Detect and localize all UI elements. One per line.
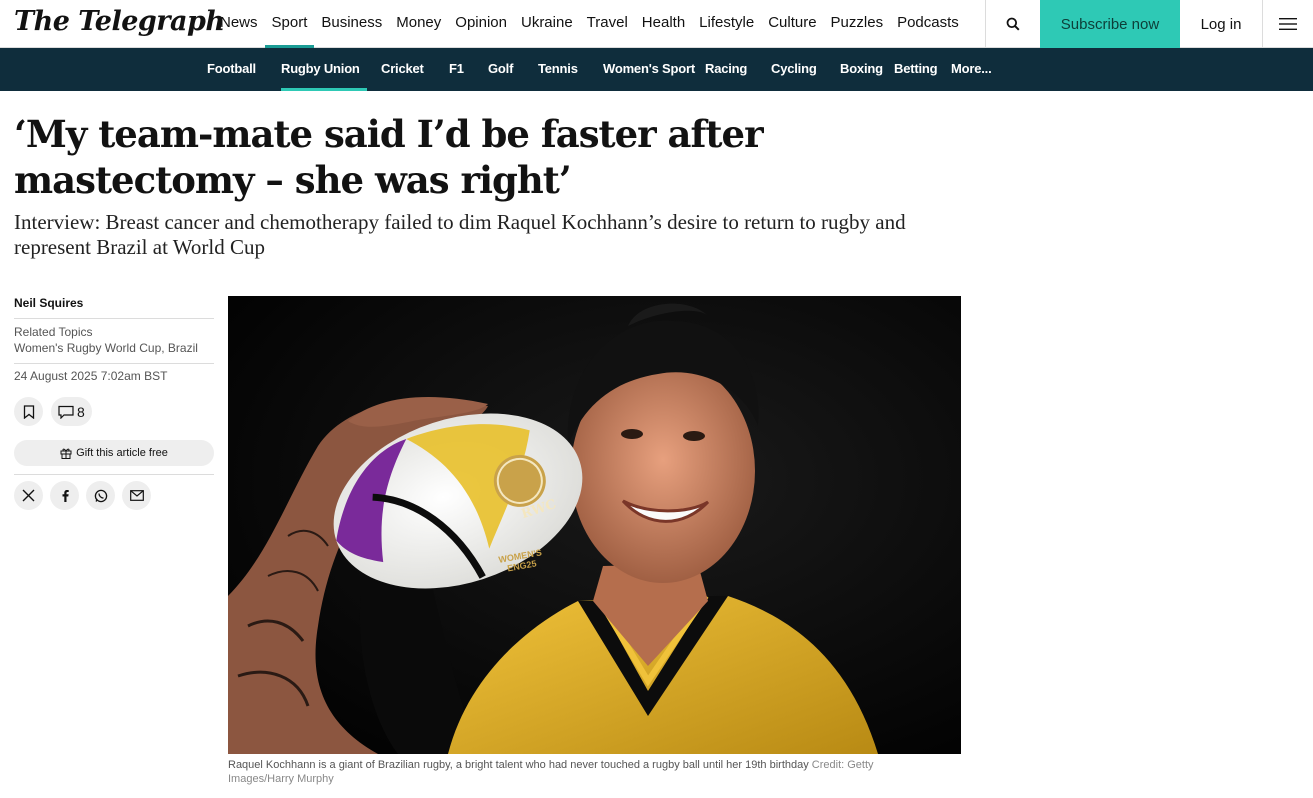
article-meta-sidebar: Neil Squires Related Topics Women's Rugb… — [14, 294, 214, 510]
hero-image: RWC WOMEN'S ENG25 — [228, 296, 961, 754]
gift-article-button[interactable]: Gift this article free — [14, 440, 214, 466]
hamburger-menu-icon — [1279, 18, 1297, 30]
article-actions: 8 — [14, 397, 214, 426]
subnav-item-football[interactable]: Football — [207, 48, 256, 91]
nav-item-culture[interactable]: Culture — [761, 0, 823, 48]
subnav-item-womens-sport[interactable]: Women's Sport — [603, 48, 695, 91]
nav-item-business[interactable]: Business — [314, 0, 389, 48]
related-topics-label: Related Topics — [14, 325, 93, 339]
nav-item-lifestyle[interactable]: Lifestyle — [692, 0, 761, 48]
sport-subnav: Football Rugby Union Cricket F1 Golf Ten… — [0, 48, 1313, 91]
site-header: The Telegraph News Sport Business Money … — [0, 0, 1313, 48]
nav-item-travel[interactable]: Travel — [580, 0, 635, 48]
subnav-item-cricket[interactable]: Cricket — [381, 48, 424, 91]
nav-item-sport[interactable]: Sport — [264, 0, 315, 48]
telegraph-logo[interactable]: The Telegraph — [14, 6, 225, 37]
subnav-item-rugby-union[interactable]: Rugby Union — [281, 48, 367, 91]
share-facebook-button[interactable] — [50, 481, 79, 510]
subnav-item-more[interactable]: More... — [951, 48, 992, 91]
facebook-icon — [62, 490, 69, 502]
nav-item-podcasts[interactable]: Podcasts — [890, 0, 966, 48]
search-icon — [1006, 17, 1020, 31]
author-name[interactable]: Neil Squires — [14, 294, 214, 319]
comments-button[interactable]: 8 — [51, 397, 92, 426]
article-headline: ‘My team-mate said I’d be faster after m… — [14, 112, 764, 202]
subnav-item-tennis[interactable]: Tennis — [538, 48, 578, 91]
publish-date: 24 August 2025 7:02am BST — [14, 369, 168, 383]
related-topics: Related Topics Women's Rugby World Cup, … — [14, 319, 214, 364]
nav-item-health[interactable]: Health — [635, 0, 692, 48]
menu-button[interactable] — [1262, 0, 1313, 48]
comment-icon — [58, 405, 74, 419]
gift-article-label: Gift this article free — [76, 447, 168, 459]
subnav-item-golf[interactable]: Golf — [488, 48, 513, 91]
search-button[interactable] — [985, 0, 1040, 48]
whatsapp-icon — [94, 489, 107, 502]
share-x-button[interactable] — [14, 481, 43, 510]
article-standfirst: Interview: Breast cancer and chemotherap… — [14, 210, 906, 259]
subnav-item-f1[interactable]: F1 — [449, 48, 464, 91]
subscribe-button[interactable]: Subscribe now — [1040, 0, 1180, 48]
login-button[interactable]: Log in — [1180, 0, 1262, 48]
nav-item-opinion[interactable]: Opinion — [448, 0, 514, 48]
subnav-item-boxing[interactable]: Boxing — [840, 48, 883, 91]
nav-item-puzzles[interactable]: Puzzles — [824, 0, 891, 48]
gift-icon — [60, 448, 72, 459]
related-topics-links[interactable]: Women's Rugby World Cup, Brazil — [14, 341, 214, 355]
share-buttons — [14, 481, 214, 510]
share-email-button[interactable] — [122, 481, 151, 510]
comment-count: 8 — [77, 403, 85, 420]
subnav-item-cycling[interactable]: Cycling — [771, 48, 817, 91]
caption-text: Raquel Kochhann is a giant of Brazilian … — [228, 759, 809, 771]
player-photo — [228, 296, 961, 754]
nav-item-money[interactable]: Money — [389, 0, 448, 48]
share-whatsapp-button[interactable] — [86, 481, 115, 510]
main-nav: News Sport Business Money Opinion Ukrain… — [213, 0, 966, 48]
nav-item-news[interactable]: News — [213, 0, 265, 48]
nav-item-ukraine[interactable]: Ukraine — [514, 0, 580, 48]
image-caption: Raquel Kochhann is a giant of Brazilian … — [228, 758, 928, 786]
subnav-item-betting[interactable]: Betting — [894, 48, 938, 91]
divider — [14, 474, 214, 475]
subnav-item-racing[interactable]: Racing — [705, 48, 747, 91]
x-logo-icon — [22, 489, 35, 502]
email-icon — [129, 490, 144, 501]
save-article-button[interactable] — [14, 397, 43, 426]
bookmark-icon — [23, 404, 34, 419]
